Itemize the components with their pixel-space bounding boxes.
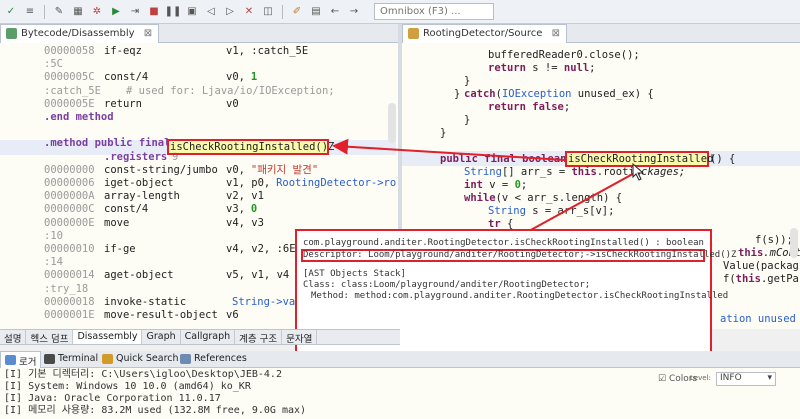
console-tab[interactable]: References bbox=[176, 351, 251, 368]
console-tab-label: Terminal bbox=[58, 353, 99, 364]
popup-signature: com.playground.anditer.RootingDetector.i… bbox=[303, 238, 704, 248]
chevron-down-icon: ▾ bbox=[767, 373, 772, 383]
console-line: [I] Java: Oracle Corporation 11.0.17 bbox=[4, 393, 221, 404]
view-tab[interactable]: Callgraph bbox=[181, 330, 236, 344]
console-tab-label: Quick Search bbox=[116, 353, 179, 364]
console-tab-icon bbox=[180, 354, 191, 364]
popup-ast-title: [AST Objects Stack] bbox=[303, 269, 406, 279]
view-tab[interactable]: 헥스 덤프 bbox=[26, 330, 74, 345]
console-tab[interactable]: Quick Search bbox=[98, 351, 183, 368]
mouse-cursor-icon bbox=[632, 163, 645, 181]
view-tab[interactable]: Graph bbox=[142, 330, 181, 344]
console-tab-label: References bbox=[194, 353, 247, 364]
view-tab[interactable]: 계층 구조 bbox=[235, 330, 283, 345]
console-tab-icon bbox=[5, 355, 16, 365]
console-tabbar: 로거 Terminal Quick Search References bbox=[0, 351, 800, 368]
console-tab[interactable]: 로거 bbox=[0, 351, 42, 368]
view-tabs: 설명 헥스 덤프 Disassembly Graph Callgraph 계층 구조 문자열 bbox=[0, 329, 400, 345]
console-tab[interactable]: Terminal bbox=[40, 351, 102, 368]
console-tab-icon bbox=[102, 354, 113, 364]
checkbox-icon[interactable]: ☑ bbox=[658, 374, 666, 384]
console-line: [I] System: Windows 10 10.0 (amd64) ko_K… bbox=[4, 381, 251, 392]
level-select[interactable]: INFO ▾ bbox=[716, 372, 776, 386]
popup-method: Method: method:com.playground.anditer.Ro… bbox=[311, 291, 729, 301]
console-line: [I] 기본 디렉터리: C:\Users\igloo\Desktop\JEB-… bbox=[4, 369, 282, 380]
view-tab[interactable]: 문자열 bbox=[282, 330, 318, 345]
level-label: Level: bbox=[690, 374, 711, 382]
console-tab-label: 로거 bbox=[19, 357, 37, 368]
view-tab[interactable]: Disassembly bbox=[73, 330, 143, 344]
popup-descriptor: Descriptor: Loom/playground/anditer/Root… bbox=[303, 250, 737, 260]
view-tab[interactable]: 설명 bbox=[0, 330, 27, 345]
console-line: [I] 메모리 사용량: 83.2M used (132.8M free, 9.… bbox=[4, 405, 307, 416]
popup-class: Class: class:Loom/playground/anditer/Roo… bbox=[303, 280, 591, 290]
arrow-to-disassembly bbox=[332, 138, 566, 161]
console-tab-icon bbox=[44, 354, 55, 364]
